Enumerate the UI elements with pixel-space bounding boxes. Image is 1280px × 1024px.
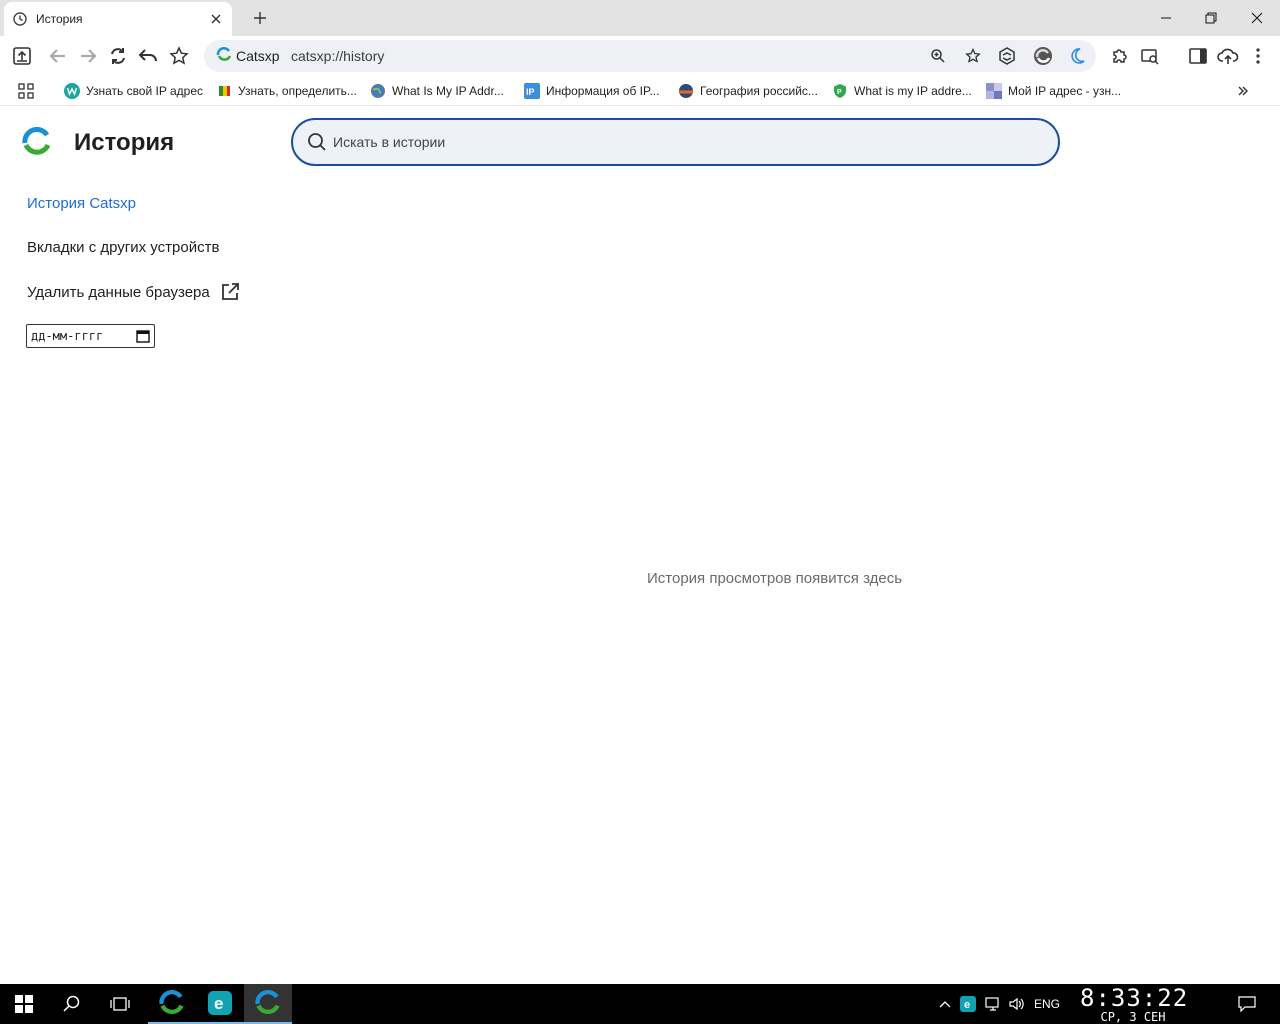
restore-icon[interactable]: [1199, 6, 1223, 30]
pixel-icon: [986, 83, 1002, 99]
svg-text:P: P: [837, 89, 842, 96]
task-view-icon[interactable]: [96, 984, 144, 1024]
svg-text:IP: IP: [526, 87, 535, 97]
extensions-puzzle-icon[interactable]: [1108, 44, 1132, 68]
nav-history-catsxp[interactable]: История Catsxp: [27, 195, 136, 212]
history-clock-icon: [12, 11, 28, 27]
eset-tray-icon[interactable]: e: [958, 984, 978, 1024]
map-icon: [678, 83, 694, 99]
search-icon[interactable]: [48, 984, 96, 1024]
catsxp-logo-icon: [216, 46, 232, 67]
notifications-icon[interactable]: [1232, 984, 1262, 1024]
bookmark-item[interactable]: География российс...: [678, 81, 818, 101]
catsxp-shield-icon[interactable]: [1031, 44, 1055, 68]
globe-icon: [370, 83, 386, 99]
bookmark-item[interactable]: What Is My IP Addr...: [370, 81, 504, 101]
language-indicator[interactable]: ENG: [1030, 984, 1064, 1024]
site-chip-label: Catsxp: [236, 48, 280, 64]
site-chip[interactable]: Catsxp: [210, 44, 286, 68]
zoom-icon[interactable]: [926, 44, 950, 68]
taskbar: e e ENG 8:33:22 СР, 3 СЕН: [0, 984, 1280, 1024]
toolbar: Catsxp catsxp://history: [0, 36, 1280, 76]
start-windows-icon[interactable]: [0, 984, 48, 1024]
ip-icon: IP: [524, 83, 540, 99]
tab-search-icon[interactable]: [1138, 44, 1162, 68]
tray-chevron-up-icon[interactable]: [936, 984, 954, 1024]
nav-clear-browser-data[interactable]: Удалить данные браузера: [27, 282, 240, 302]
history-search-box[interactable]: [291, 118, 1060, 166]
empty-history-message: История просмотров появится здесь: [647, 570, 903, 587]
bookmark-item[interactable]: Мой IP адрес - узн...: [986, 81, 1121, 101]
date-placeholder: дд-мм-гггг: [31, 329, 104, 343]
page-title: История: [74, 129, 175, 156]
svg-text:e: e: [214, 994, 223, 1013]
close-tab-icon[interactable]: [208, 11, 224, 27]
bookmark-item[interactable]: IP Информация об IP...: [524, 81, 659, 101]
tab-history[interactable]: История: [4, 2, 232, 36]
eset-e-icon[interactable]: e: [196, 984, 244, 1024]
search-input[interactable]: [333, 134, 1013, 150]
title-bar: История: [0, 0, 1280, 36]
w-green-icon: [64, 83, 80, 99]
flag-icon: [216, 83, 232, 99]
cloud-upload-icon[interactable]: [1216, 44, 1240, 68]
bookmark-star-icon[interactable]: [167, 44, 191, 68]
close-window-icon[interactable]: [1245, 6, 1269, 30]
date-picker-input[interactable]: дд-мм-гггг: [26, 324, 155, 348]
search-icon: [307, 132, 327, 152]
bookmark-page-star-icon[interactable]: [961, 44, 985, 68]
address-bar[interactable]: Catsxp catsxp://history: [204, 40, 1096, 72]
catsxp-logo-icon: [22, 127, 52, 157]
catsxp-active-taskbar-icon[interactable]: [244, 984, 292, 1024]
bookmark-item[interactable]: P What is my IP addre...: [832, 81, 972, 101]
upload-page-icon[interactable]: [10, 44, 34, 68]
svg-text:e: e: [964, 999, 970, 1011]
minimize-icon[interactable]: [1154, 6, 1178, 30]
dark-mode-moon-icon[interactable]: [1065, 44, 1089, 68]
clear-data-label: Удалить данные браузера: [27, 283, 210, 301]
shield-icon: P: [832, 83, 848, 99]
bookmarks-bar: Узнать свой IP адрес Узнать, определить.…: [0, 76, 1280, 106]
external-link-icon: [220, 282, 240, 302]
undo-icon[interactable]: [136, 44, 160, 68]
volume-icon[interactable]: [1006, 984, 1028, 1024]
new-tab-button[interactable]: [250, 8, 270, 28]
clock-time: 8:33:22: [1080, 984, 1189, 1012]
taskbar-clock[interactable]: 8:33:22 СР, 3 СЕН: [1080, 984, 1189, 1024]
apps-grid-icon[interactable]: [18, 81, 34, 101]
url-text[interactable]: catsxp://history: [291, 48, 384, 64]
bookmark-item[interactable]: Узнать, определить...: [216, 81, 357, 101]
back-icon[interactable]: [46, 44, 70, 68]
forward-icon[interactable]: [76, 44, 100, 68]
reload-icon[interactable]: [106, 44, 130, 68]
more-bookmarks-chevron-icon[interactable]: [1236, 81, 1250, 101]
catsxp-taskbar-icon[interactable]: [148, 984, 196, 1024]
bookmark-item[interactable]: Узнать свой IP адрес: [64, 81, 203, 101]
vpn-shield-icon[interactable]: [995, 44, 1019, 68]
calendar-icon[interactable]: [136, 329, 150, 343]
network-icon[interactable]: [982, 984, 1004, 1024]
side-panel-icon[interactable]: [1186, 44, 1210, 68]
menu-kebab-icon[interactable]: [1246, 44, 1270, 68]
nav-other-devices[interactable]: Вкладки с других устройств: [27, 239, 219, 256]
clock-date: СР, 3 СЕН: [1100, 1010, 1166, 1024]
tab-title: История: [36, 12, 83, 26]
